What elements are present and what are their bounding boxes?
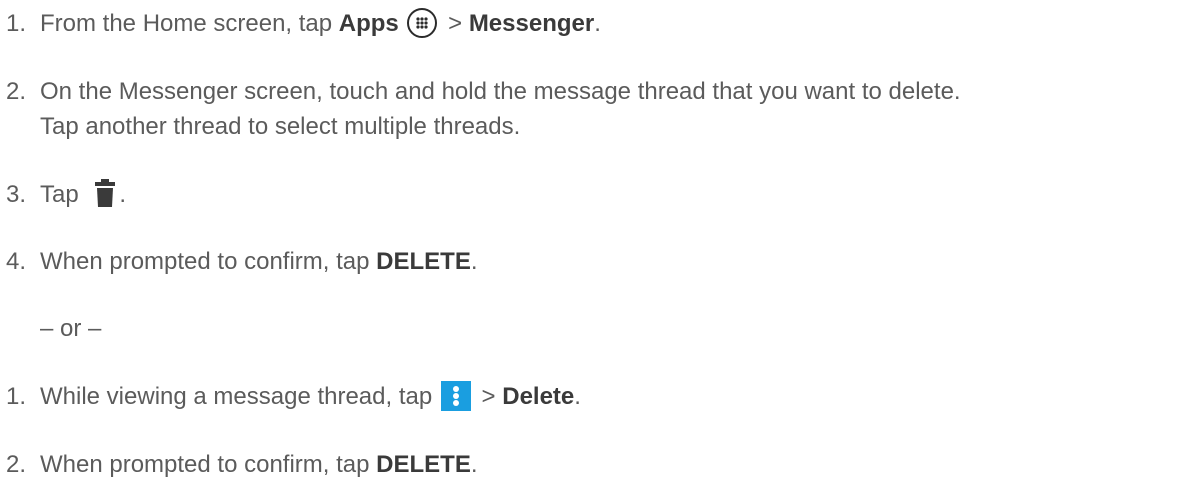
step-number: 2.	[6, 78, 27, 105]
step-text: From the Home screen, tap	[40, 10, 339, 37]
messenger-label: Messenger	[468, 10, 595, 37]
step-text-end: .	[574, 383, 581, 410]
step-a3: 3. Tap .	[6, 178, 127, 211]
step-number: 1.	[6, 10, 27, 37]
step-text-end: .	[594, 10, 601, 37]
separator-arrow: >	[474, 383, 503, 410]
delete-option-label: Delete	[502, 383, 575, 410]
step-text: While viewing a message thread, tap	[40, 383, 439, 410]
trash-icon	[93, 178, 117, 208]
step-number: 1.	[6, 383, 27, 410]
step-b1: 1. While viewing a message thread, tap > …	[6, 380, 581, 413]
delete-label: DELETE	[376, 451, 471, 478]
or-separator: – or –	[40, 315, 102, 342]
step-a2-continuation: Tap another thread to select multiple th…	[40, 113, 521, 140]
apps-label: Apps	[338, 10, 399, 37]
delete-label: DELETE	[376, 248, 471, 275]
step-number: 2.	[6, 451, 27, 478]
apps-icon	[407, 7, 438, 38]
separator-arrow: >	[441, 10, 469, 37]
step-b2: 2. When prompted to confirm, tap DELETE.	[6, 450, 478, 480]
step-text: When prompted to confirm, tap	[40, 248, 377, 275]
step-text: When prompted to confirm, tap	[40, 451, 377, 478]
step-number: 4.	[6, 248, 27, 275]
more-vertical-menu-icon	[440, 380, 471, 411]
step-text: Tap	[40, 181, 79, 208]
step-a2: 2. On the Messenger screen, touch and hol…	[6, 77, 961, 107]
step-a1: 1. From the Home screen, tap Apps > Messe…	[6, 7, 601, 40]
step-number: 3.	[6, 181, 27, 208]
step-text: On the Messenger screen, touch and hold …	[40, 78, 961, 105]
step-text-end: .	[470, 451, 478, 478]
step-a4: 4. When prompted to confirm, tap DELETE.	[6, 247, 478, 277]
step-text-end: .	[119, 181, 127, 208]
step-text-end: .	[470, 248, 478, 275]
